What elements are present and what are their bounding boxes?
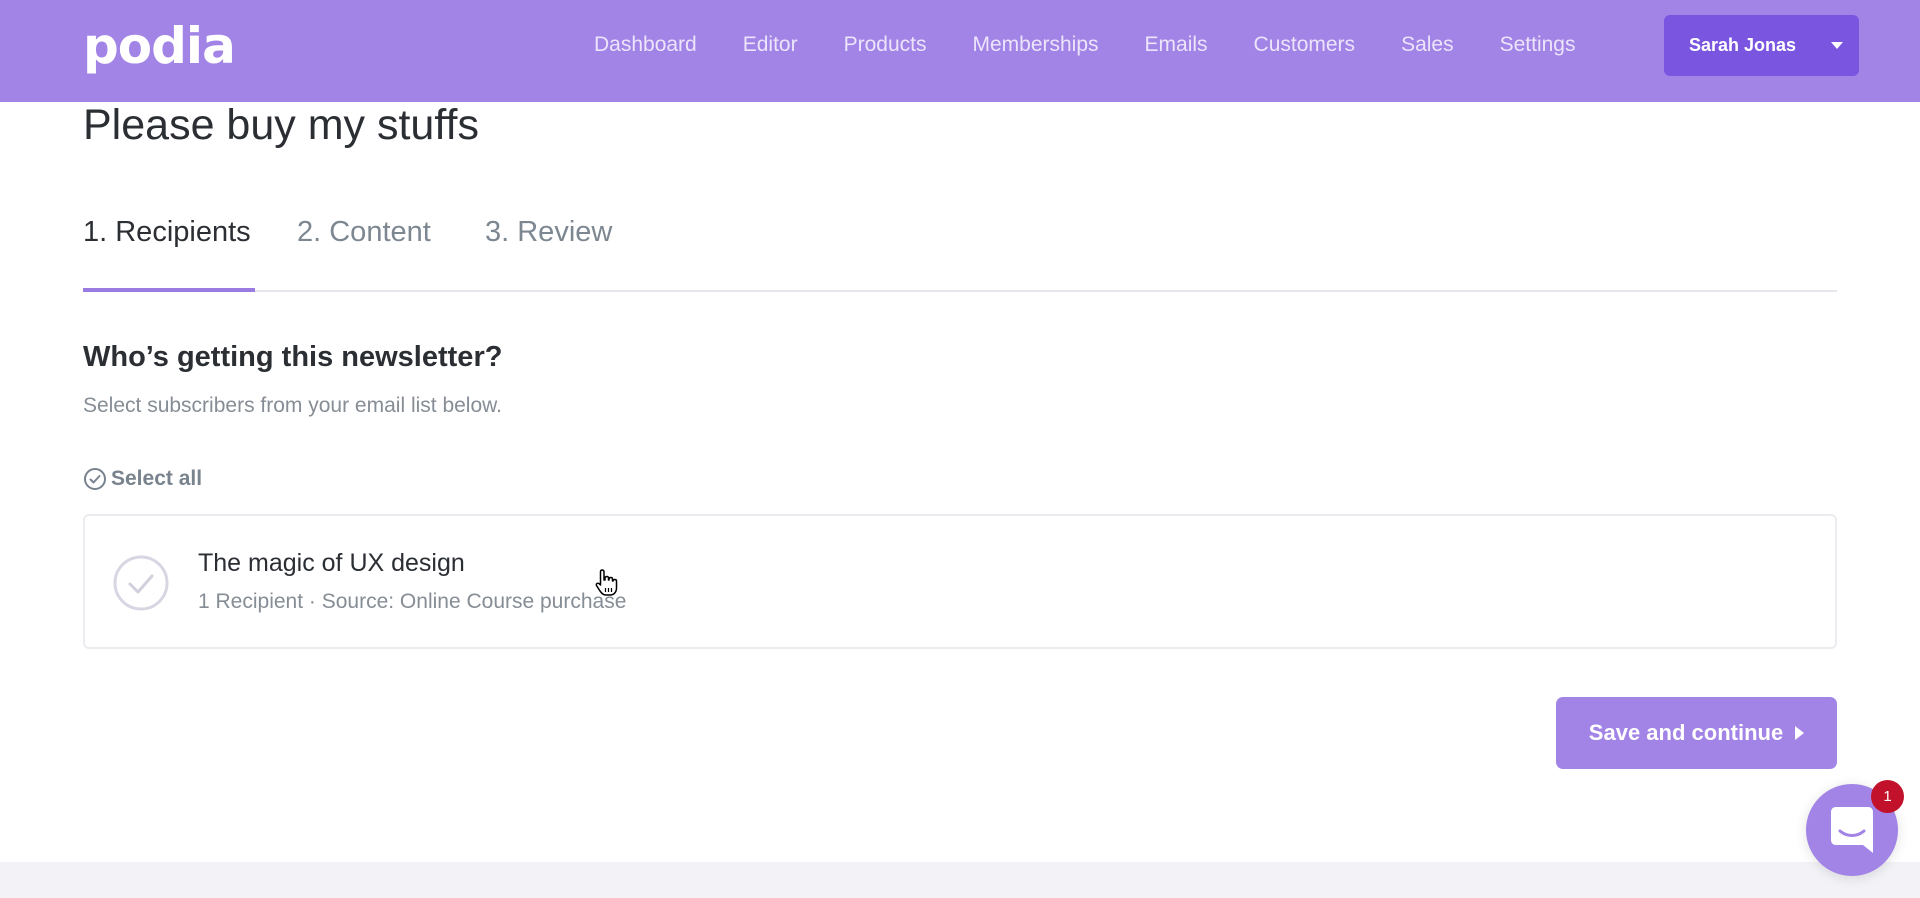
select-all-label: Select all: [111, 467, 203, 490]
section-heading: Who’s getting this newsletter?: [83, 341, 503, 373]
nav-products[interactable]: Products: [844, 30, 927, 60]
check-circle-icon: [84, 468, 106, 490]
main-nav: Dashboard Editor Products Memberships Em…: [594, 30, 1621, 60]
user-name: Sarah Jonas: [1689, 35, 1797, 55]
nav-sales[interactable]: Sales: [1401, 30, 1454, 60]
email-list-item[interactable]: The magic of UX design 1 Recipient · Sou…: [83, 514, 1837, 649]
save-button-label: Save and continue: [1588, 720, 1784, 745]
nav-editor[interactable]: Editor: [743, 30, 798, 60]
user-menu-button[interactable]: Sarah Jonas: [1664, 15, 1859, 76]
section-subheading: Select subscribers from your email list …: [83, 394, 502, 417]
nav-memberships[interactable]: Memberships: [972, 30, 1098, 60]
page-footer: [0, 862, 1920, 898]
select-all-button[interactable]: Select all: [83, 467, 202, 491]
tabs-divider: [83, 290, 1837, 292]
nav-emails[interactable]: Emails: [1145, 30, 1208, 60]
hand-pointer-cursor-icon: [595, 569, 618, 596]
tab-content[interactable]: 2. Content: [297, 212, 431, 252]
top-navigation-bar: podia Dashboard Editor Products Membersh…: [0, 0, 1920, 102]
chevron-down-icon: [1831, 42, 1843, 49]
save-and-continue-button[interactable]: Save and continue: [1556, 697, 1837, 769]
list-meta: 1 Recipient · Source: Online Course purc…: [198, 590, 627, 613]
chat-bubble-icon: [1831, 807, 1873, 853]
caret-right-icon: [1795, 726, 1805, 740]
list-name: The magic of UX design: [198, 549, 465, 577]
page-title: Please buy my stuffs: [83, 101, 479, 149]
chat-unread-badge: 1: [1871, 780, 1904, 813]
nav-customers[interactable]: Customers: [1254, 30, 1356, 60]
tab-review[interactable]: 3. Review: [485, 212, 612, 252]
nav-settings[interactable]: Settings: [1500, 30, 1576, 60]
active-tab-indicator: [83, 288, 255, 292]
tab-recipients[interactable]: 1. Recipients: [83, 212, 251, 252]
step-tabs: 1. Recipients 2. Content 3. Review: [83, 212, 1837, 292]
nav-dashboard[interactable]: Dashboard: [594, 30, 697, 60]
unchecked-circle-icon[interactable]: [112, 554, 170, 612]
podia-logo[interactable]: podia: [83, 18, 236, 74]
